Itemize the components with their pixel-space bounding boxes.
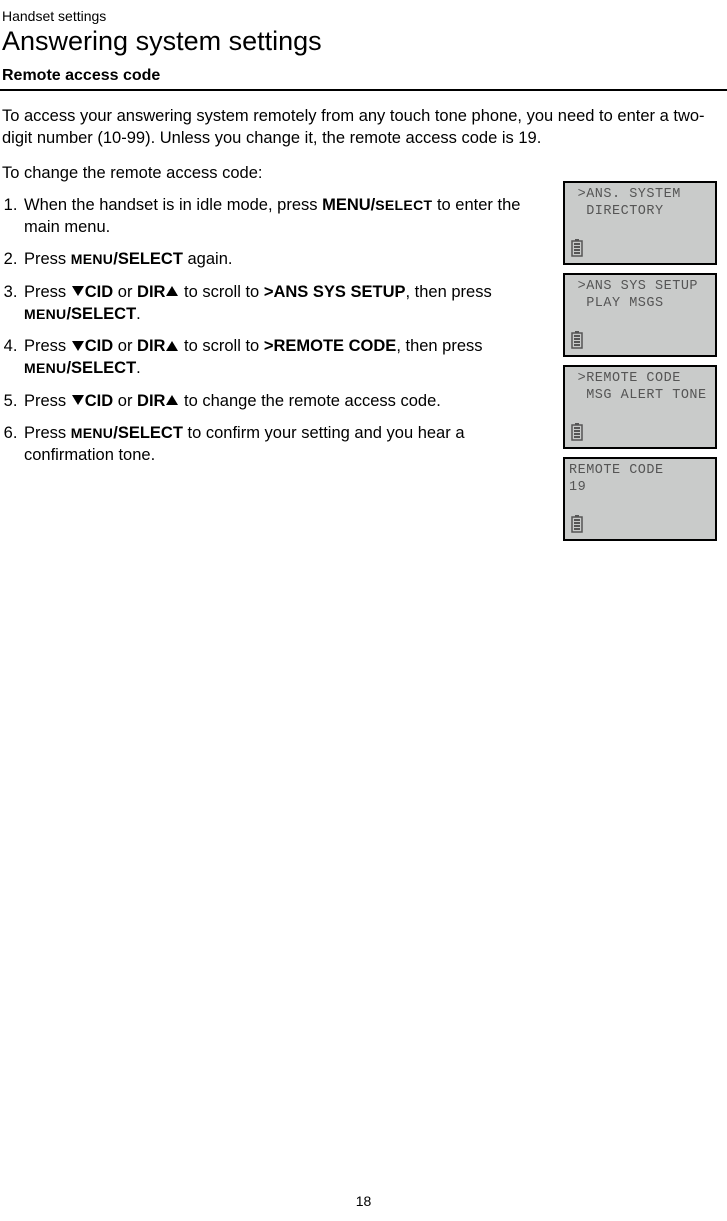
select-key-label: /SELECT bbox=[66, 305, 136, 323]
down-arrow-icon bbox=[72, 341, 84, 351]
menu-target: >ANS SYS SETUP bbox=[264, 283, 406, 301]
intro-paragraph: To access your answering system remotely… bbox=[2, 105, 723, 150]
step-text: Press bbox=[24, 250, 71, 268]
step-text: again. bbox=[183, 250, 233, 268]
menu-smallcaps: MENU bbox=[24, 360, 66, 376]
step-text: Press bbox=[24, 424, 71, 442]
lcd-line: REMOTE CODE bbox=[569, 463, 713, 480]
down-arrow-icon bbox=[72, 395, 84, 405]
lcd-screens-column: >ANS. SYSTEM DIRECTORY >ANS SYS SETUP PL… bbox=[563, 181, 723, 549]
select-key-label: /SELECT bbox=[113, 424, 183, 442]
step-text: to change the remote access code. bbox=[179, 392, 440, 410]
battery-icon bbox=[571, 331, 583, 349]
lcd-line: DIRECTORY bbox=[569, 204, 713, 221]
up-arrow-icon bbox=[166, 286, 178, 296]
dir-key-label: DIR bbox=[137, 337, 165, 355]
battery-icon bbox=[571, 423, 583, 441]
menu-key-label: MENU/ bbox=[322, 196, 375, 214]
lcd-line: >ANS SYS SETUP bbox=[569, 279, 713, 296]
cid-key-label: CID bbox=[85, 337, 113, 355]
menu-target: >REMOTE CODE bbox=[264, 337, 396, 355]
lcd-screen-3: >REMOTE CODE MSG ALERT TONE bbox=[563, 365, 717, 449]
page-title: Answering system settings bbox=[0, 26, 727, 57]
select-key-label: /SELECT bbox=[66, 359, 136, 377]
lcd-line: 19 bbox=[569, 480, 713, 497]
up-arrow-icon bbox=[166, 341, 178, 351]
up-arrow-icon bbox=[166, 395, 178, 405]
breadcrumb: Handset settings bbox=[0, 8, 727, 24]
step-2: Press MENU/SELECT again. bbox=[22, 248, 553, 270]
battery-icon bbox=[571, 239, 583, 257]
step-4: Press CID or DIR to scroll to >REMOTE CO… bbox=[22, 335, 553, 380]
select-key-label: /SELECT bbox=[113, 250, 183, 268]
step-text: , then press bbox=[396, 337, 482, 355]
section-subheading: Remote access code bbox=[0, 63, 727, 91]
down-arrow-icon bbox=[72, 286, 84, 296]
lcd-screen-4: REMOTE CODE 19 bbox=[563, 457, 717, 541]
menu-smallcaps: MENU bbox=[71, 425, 113, 441]
menu-smallcaps: MENU bbox=[24, 306, 66, 322]
step-text: Press bbox=[24, 392, 71, 410]
lcd-line: >REMOTE CODE bbox=[569, 371, 713, 388]
step-text: or bbox=[113, 283, 137, 301]
lcd-screen-2: >ANS SYS SETUP PLAY MSGS bbox=[563, 273, 717, 357]
select-smallcaps: SELECT bbox=[375, 197, 432, 213]
step-text: or bbox=[113, 337, 137, 355]
battery-icon bbox=[571, 515, 583, 533]
step-text: When the handset is in idle mode, press bbox=[24, 196, 322, 214]
step-text: or bbox=[113, 392, 137, 410]
step-3: Press CID or DIR to scroll to >ANS SYS S… bbox=[22, 281, 553, 326]
step-6: Press MENU/SELECT to confirm your settin… bbox=[22, 422, 553, 467]
step-5: Press CID or DIR to change the remote ac… bbox=[22, 390, 553, 412]
step-text: . bbox=[136, 305, 141, 323]
page-number: 18 bbox=[0, 1193, 727, 1209]
step-text: , then press bbox=[406, 283, 492, 301]
step-text: . bbox=[136, 359, 141, 377]
lcd-line: >ANS. SYSTEM bbox=[569, 187, 713, 204]
lcd-line: PLAY MSGS bbox=[569, 296, 713, 313]
lcd-line: MSG ALERT TONE bbox=[569, 388, 713, 405]
cid-key-label: CID bbox=[85, 392, 113, 410]
step-text: Press bbox=[24, 283, 71, 301]
step-1: When the handset is in idle mode, press … bbox=[22, 194, 553, 239]
cid-key-label: CID bbox=[85, 283, 113, 301]
step-text: Press bbox=[24, 337, 71, 355]
menu-smallcaps: MENU bbox=[71, 251, 113, 267]
step-text: to scroll to bbox=[179, 283, 263, 301]
dir-key-label: DIR bbox=[137, 392, 165, 410]
dir-key-label: DIR bbox=[137, 283, 165, 301]
step-text: to scroll to bbox=[179, 337, 263, 355]
lcd-screen-1: >ANS. SYSTEM DIRECTORY bbox=[563, 181, 717, 265]
